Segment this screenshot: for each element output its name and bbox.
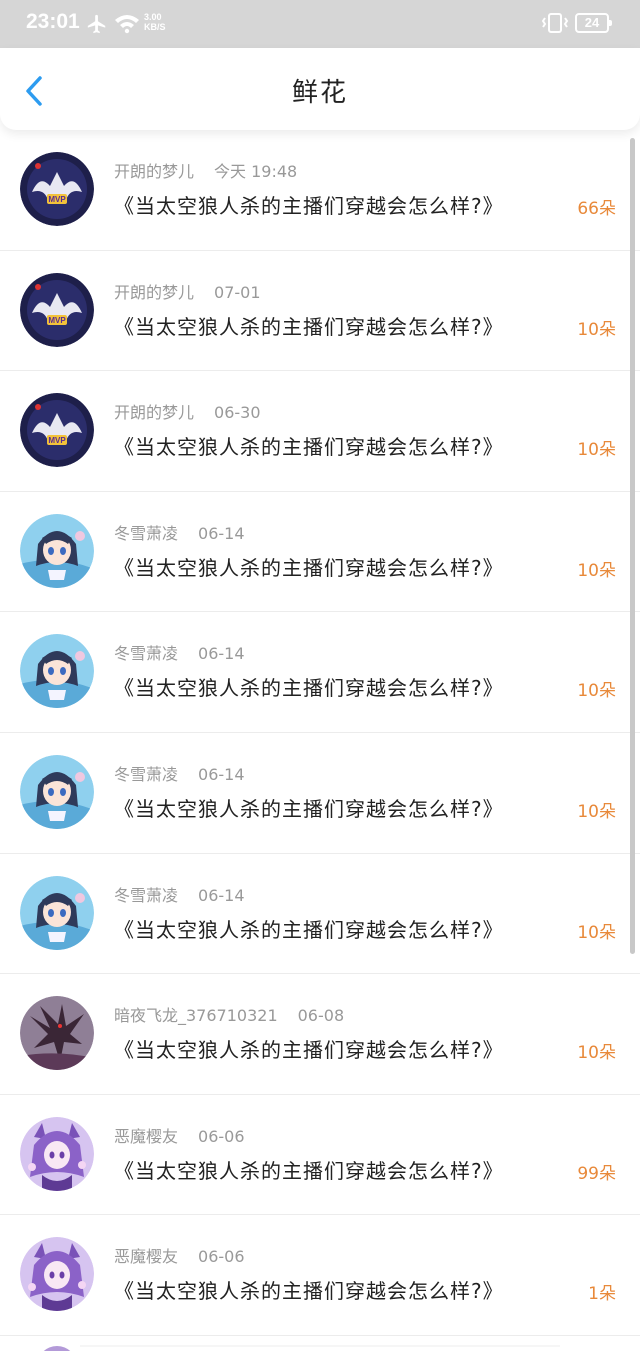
battery-indicator: 24 [575,13,612,33]
work-title: 《当太空狼人杀的主播们穿越会怎么样?》 [114,676,504,701]
item-meta: 恶魔樱友 06-06 [114,1123,245,1147]
item-meta: 冬雪萧凌 06-14 [114,640,245,664]
svg-text:MVP: MVP [48,195,66,204]
send-date: 06-06 [198,1126,245,1146]
work-title: 《当太空狼人杀的主播们穿越会怎么样?》 [114,555,504,580]
avatar[interactable] [20,634,94,709]
svg-text:MVP: MVP [48,436,66,445]
sender-name: 冬雪萧凌 [114,644,179,664]
avatar[interactable] [20,1116,94,1191]
item-meta: 开朗的梦儿 07-01 [114,279,261,303]
avatar[interactable]: MVP [20,152,94,226]
flower-count: 10朵 [577,560,616,581]
send-date: 06-14 [198,644,245,664]
airplane-mode-icon [86,13,108,39]
send-date: 06-06 [198,1247,245,1267]
work-title: 《当太空狼人杀的主播们穿越会怎么样?》 [114,435,504,460]
sender-name: 暗夜飞龙_376710321 [114,1006,278,1026]
sender-name: 冬雪萧凌 [114,885,179,905]
sender-name: 开朗的梦儿 [114,282,195,302]
list-item[interactable]: MVP 开朗的梦儿 今天 19:48 《当太空狼人杀的主播们穿越会怎么样?》 66朵 [0,130,640,251]
wifi-icon [114,14,140,38]
sender-name: 冬雪萧凌 [114,764,179,784]
page-title: 鲜花 [291,78,348,108]
item-meta: 开朗的梦儿 06-30 [114,399,261,423]
flower-record-list: MVP 开朗的梦儿 今天 19:48 《当太空狼人杀的主播们穿越会怎么样?》 66朵 MV… [0,130,640,1336]
avatar[interactable] [20,996,94,1071]
status-time: 23:01 [26,10,80,33]
list-item[interactable]: 冬雪萧凌 06-14 《当太空狼人杀的主播们穿越会怎么样?》 10朵 [0,612,640,733]
status-bar: 23:01 3.00 KB/S 24 [0,0,640,48]
list-item[interactable]: 恶魔樱友 06-06 《当太空狼人杀的主播们穿越会怎么样?》 1朵 [0,1215,640,1336]
work-title: 《当太空狼人杀的主播们穿越会怎么样?》 [114,1038,504,1063]
next-item-peek [0,1326,640,1355]
flower-count: 10朵 [577,440,616,461]
send-date: 06-14 [198,523,245,543]
sender-name: 冬雪萧凌 [114,523,179,543]
flower-count: 10朵 [577,801,616,822]
list-item[interactable]: 冬雪萧凌 06-14 《当太空狼人杀的主播们穿越会怎么样?》 10朵 [0,492,640,613]
flower-count: 10朵 [577,922,616,943]
flower-count: 99朵 [577,1163,616,1184]
avatar[interactable] [20,513,94,588]
item-meta: 冬雪萧凌 06-14 [114,520,245,544]
send-date: 06-14 [198,764,245,784]
send-date: 今天 19:48 [214,162,298,181]
list-item[interactable]: 恶魔樱友 06-06 《当太空狼人杀的主播们穿越会怎么样?》 99朵 [0,1095,640,1216]
net-speed-unit: KB/S [144,22,166,32]
sender-name: 开朗的梦儿 [114,403,195,423]
work-title: 《当太空狼人杀的主播们穿越会怎么样?》 [114,1279,504,1304]
work-title: 《当太空狼人杀的主播们穿越会怎么样?》 [114,796,504,821]
flower-count: 66朵 [577,199,616,219]
avatar[interactable] [20,754,94,829]
avatar[interactable] [20,1237,94,1312]
send-date: 06-30 [214,403,261,423]
scrollbar[interactable] [630,138,635,954]
avatar[interactable] [20,875,94,950]
item-meta: 冬雪萧凌 06-14 [114,882,245,906]
net-speed: 3.00 KB/S [144,12,166,32]
list-item[interactable]: MVP 开朗的梦儿 07-01 《当太空狼人杀的主播们穿越会怎么样?》 10朵 [0,251,640,372]
sender-name: 开朗的梦儿 [114,162,195,181]
work-title: 《当太空狼人杀的主播们穿越会怎么样?》 [114,314,504,339]
send-date: 07-01 [214,282,261,302]
list-item[interactable]: 冬雪萧凌 06-14 《当太空狼人杀的主播们穿越会怎么样?》 10朵 [0,854,640,975]
vibrate-icon [541,12,569,38]
work-title: 《当太空狼人杀的主播们穿越会怎么样?》 [114,917,504,942]
avatar[interactable]: MVP [20,272,94,347]
flower-count: 10朵 [577,1043,616,1064]
item-meta: 暗夜飞龙_376710321 06-08 [114,1002,344,1026]
sender-name: 恶魔樱友 [114,1247,179,1267]
work-title: 《当太空狼人杀的主播们穿越会怎么样?》 [114,194,504,218]
sender-name: 恶魔樱友 [114,1126,179,1146]
flower-count: 10朵 [577,319,616,340]
svg-text:MVP: MVP [48,316,66,325]
send-date: 06-14 [198,885,245,905]
send-date: 06-08 [297,1006,345,1026]
flower-count: 1朵 [588,1284,616,1305]
item-meta: 恶魔樱友 06-06 [114,1243,245,1267]
app-header: 鲜花 [0,48,640,130]
list-item[interactable]: MVP 开朗的梦儿 06-30 《当太空狼人杀的主播们穿越会怎么样?》 10朵 [0,371,640,492]
item-meta: 冬雪萧凌 06-14 [114,761,245,785]
list-item[interactable]: 暗夜飞龙_376710321 06-08 《当太空狼人杀的主播们穿越会怎么样?》 10… [0,974,640,1095]
avatar[interactable]: MVP [20,393,94,468]
item-meta: 开朗的梦儿 今天 19:48 [114,158,297,182]
net-speed-value: 3.00 [144,12,162,22]
work-title: 《当太空狼人杀的主播们穿越会怎么样?》 [114,1158,504,1183]
flower-count: 10朵 [577,681,616,702]
list-item[interactable]: 冬雪萧凌 06-14 《当太空狼人杀的主播们穿越会怎么样?》 10朵 [0,733,640,854]
